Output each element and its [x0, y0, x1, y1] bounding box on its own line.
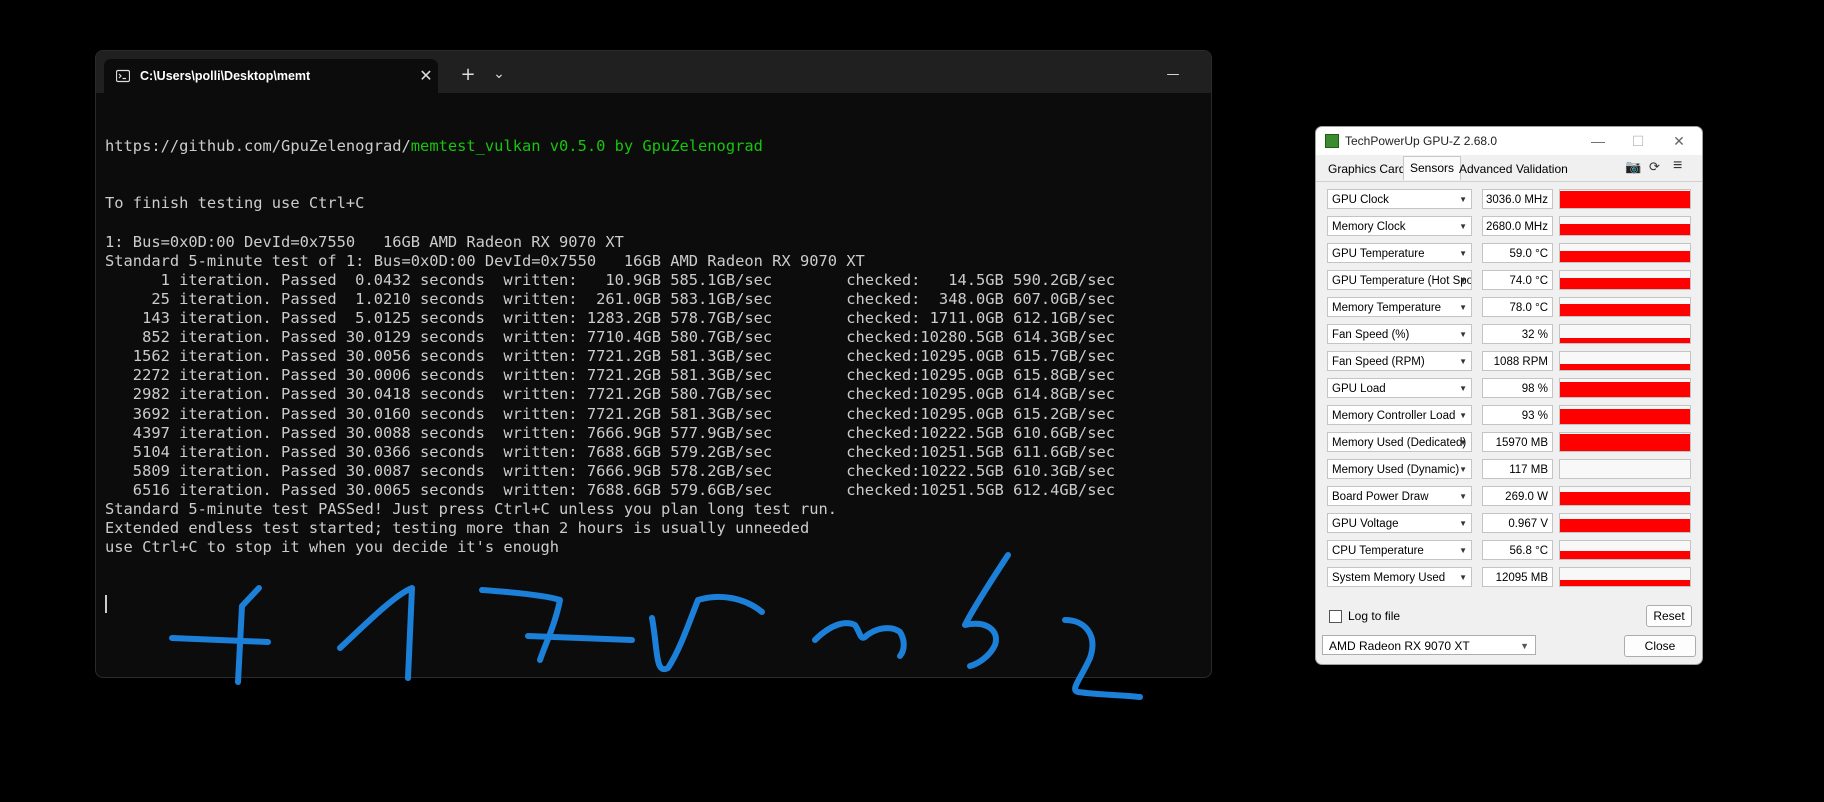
handwritten-signature: [169, 552, 1143, 700]
ink-stroke: [812, 620, 907, 659]
ink-stroke: [525, 633, 635, 643]
ink-stroke: [337, 585, 415, 681]
ink-stroke: [169, 635, 271, 645]
ink-stroke: [479, 587, 563, 663]
ink-stroke: [649, 593, 765, 673]
ink-stroke: [1062, 617, 1143, 700]
ink-stroke: [962, 552, 1011, 669]
ink-stroke: [235, 585, 262, 685]
